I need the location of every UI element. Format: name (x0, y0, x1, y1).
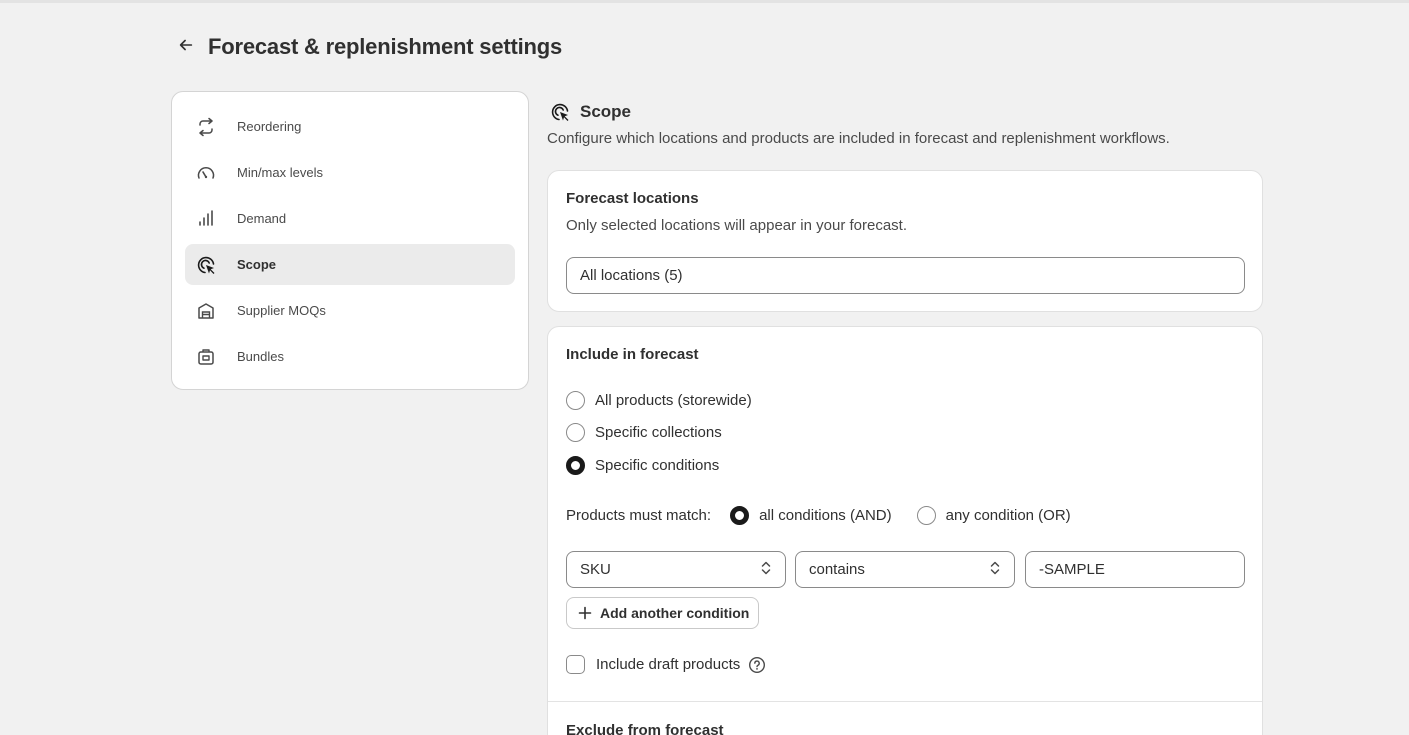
warehouse-icon (195, 300, 217, 322)
forecast-locations-card: Forecast locations Only selected locatio… (547, 170, 1263, 312)
section-divider (548, 701, 1262, 702)
radio-label: All products (storewide) (595, 392, 752, 409)
radio-label: all conditions (AND) (759, 507, 892, 524)
include-draft-label: Include draft products (596, 656, 741, 673)
radio-label: any condition (OR) (945, 507, 1071, 524)
sidebar-item-supplier-moqs[interactable]: Supplier MOQs (185, 290, 515, 331)
locations-select[interactable]: All locations (5) (566, 257, 1245, 294)
condition-operator-select[interactable]: contains (795, 551, 1015, 588)
match-mode-group: Products must match: all conditions (AND… (566, 506, 1096, 525)
card-title: Include in forecast (566, 346, 699, 363)
select-chevron-icon (760, 560, 772, 580)
sidebar-item-label: Demand (237, 211, 287, 226)
sidebar-item-scope[interactable]: Scope (185, 244, 515, 285)
radio-button[interactable] (916, 506, 936, 525)
radio-button[interactable] (566, 391, 585, 410)
condition-value-input[interactable]: -SAMPLE (1025, 551, 1245, 588)
sidebar-item-label: Reordering (237, 119, 302, 134)
sidebar-item-label: Min/max levels (237, 165, 323, 180)
refresh-icon (195, 116, 217, 138)
sidebar-item-min-max-levels[interactable]: Min/max levels (185, 152, 515, 193)
radio-specific-collections[interactable]: Specific collections (566, 423, 722, 442)
settings-sidebar: Reordering Min/max levels Demand Scope S… (171, 91, 529, 390)
card-title: Forecast locations (566, 190, 699, 207)
add-condition-button[interactable]: Add another condition (566, 597, 759, 629)
radio-match-all[interactable]: all conditions (AND) (730, 506, 892, 525)
target-pointer-icon (549, 101, 571, 123)
radio-label: Specific collections (595, 424, 722, 441)
radio-match-any[interactable]: any condition (OR) (916, 506, 1071, 525)
target-pointer-icon (195, 254, 217, 276)
include-draft-row: Include draft products (566, 655, 766, 674)
sidebar-item-bundles[interactable]: Bundles (185, 336, 515, 377)
exclude-title: Exclude from forecast (566, 722, 724, 735)
help-question-icon[interactable] (748, 656, 766, 674)
radio-button[interactable] (730, 506, 750, 525)
radio-label: Specific conditions (595, 457, 720, 474)
radio-button[interactable] (566, 423, 585, 442)
sidebar-item-label: Bundles (237, 349, 284, 364)
include-draft-checkbox[interactable] (566, 655, 585, 674)
sidebar-item-demand[interactable]: Demand (185, 198, 515, 239)
radio-all-products[interactable]: All products (storewide) (566, 391, 752, 410)
plus-icon (577, 605, 593, 621)
include-in-forecast-card: Include in forecast All products (storew… (547, 326, 1263, 735)
page-title: Forecast & replenishment settings (208, 34, 563, 59)
radio-button[interactable] (566, 456, 585, 475)
card-subtitle: Only selected locations will appear in y… (566, 217, 908, 234)
radio-specific-conditions[interactable]: Specific conditions (566, 456, 719, 475)
select-value: contains (809, 561, 865, 578)
sidebar-item-label: Supplier MOQs (237, 303, 326, 318)
sidebar-item-reordering[interactable]: Reordering (185, 106, 515, 147)
bar-chart-icon (195, 208, 217, 230)
section-header: Scope Configure which locations and prod… (547, 100, 1170, 147)
back-button[interactable] (172, 33, 200, 61)
arrow-left-icon (177, 36, 195, 59)
sidebar-item-label: Scope (237, 257, 277, 272)
page-header: Forecast & replenishment settings (172, 31, 562, 63)
condition-field-select[interactable]: SKU (566, 551, 786, 588)
select-chevron-icon (989, 560, 1001, 580)
section-title: Scope (580, 102, 632, 121)
select-value: SKU (580, 561, 611, 578)
gauge-icon (195, 162, 217, 184)
package-icon (195, 346, 217, 368)
top-divider (0, 0, 1409, 3)
match-label: Products must match: (566, 507, 712, 524)
add-condition-label: Add another condition (600, 605, 750, 621)
section-description: Configure which locations and products a… (547, 130, 1170, 147)
